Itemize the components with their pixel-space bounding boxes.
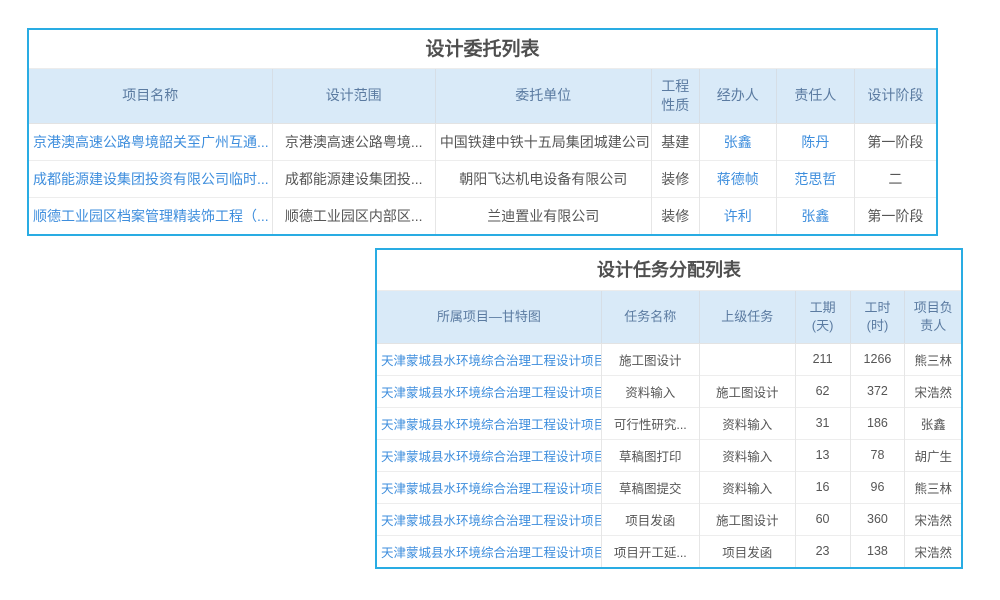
task-name-cell: 项目开工延... bbox=[601, 535, 699, 567]
gantt-project-link[interactable]: 天津蒙城县水环境综合治理工程设计项目 bbox=[377, 407, 601, 439]
design-scope-cell: 顺德工业园区内部区... bbox=[272, 197, 435, 234]
work-hours-cell: 78 bbox=[850, 439, 905, 471]
work-hours-cell: 372 bbox=[850, 375, 905, 407]
project-name-link[interactable]: 成都能源建设集团投资有限公司临时... bbox=[29, 160, 272, 197]
parent-task-cell: 资料输入 bbox=[699, 439, 795, 471]
column-header-project-name: 项目名称 bbox=[29, 69, 272, 123]
project-nature-cell: 装修 bbox=[651, 197, 699, 234]
table-row: 天津蒙城县水环境综合治理工程设计项目项目发函施工图设计60360宋浩然 bbox=[377, 503, 961, 535]
table-row: 天津蒙城县水环境综合治理工程设计项目施工图设计 2111266熊三林 bbox=[377, 343, 961, 375]
project-manager-cell: 熊三林 bbox=[905, 343, 961, 375]
commission-table-title: 设计委托列表 bbox=[29, 30, 936, 69]
table-row: 天津蒙城县水环境综合治理工程设计项目项目开工延...项目发函23138宋浩然 bbox=[377, 535, 961, 567]
work-hours-cell: 138 bbox=[850, 535, 905, 567]
handler-link[interactable]: 许利 bbox=[699, 197, 776, 234]
gantt-project-link[interactable]: 天津蒙城县水环境综合治理工程设计项目 bbox=[377, 343, 601, 375]
gantt-project-link[interactable]: 天津蒙城县水环境综合治理工程设计项目 bbox=[377, 375, 601, 407]
column-header-owner: 责任人 bbox=[776, 69, 854, 123]
header-row: 项目名称设计范围委托单位工程性质经办人责任人设计阶段 bbox=[29, 69, 936, 123]
design-stage-cell: 第一阶段 bbox=[854, 123, 936, 160]
project-manager-cell: 胡广生 bbox=[905, 439, 961, 471]
task-table-title: 设计任务分配列表 bbox=[377, 250, 961, 291]
parent-task-cell: 资料输入 bbox=[699, 471, 795, 503]
project-name-link[interactable]: 顺德工业园区档案管理精装饰工程（... bbox=[29, 197, 272, 234]
header-row: 所属项目—甘特图任务名称上级任务工期(天)工时(时)项目负责人 bbox=[377, 291, 961, 343]
design-stage-cell: 二 bbox=[854, 160, 936, 197]
work-hours-cell: 360 bbox=[850, 503, 905, 535]
owner-link[interactable]: 张鑫 bbox=[776, 197, 854, 234]
design-scope-cell: 京港澳高速公路粤境... bbox=[272, 123, 435, 160]
task-name-cell: 草稿图提交 bbox=[601, 471, 699, 503]
task-name-cell: 可行性研究... bbox=[601, 407, 699, 439]
project-manager-cell: 熊三林 bbox=[905, 471, 961, 503]
column-header-design-scope: 设计范围 bbox=[272, 69, 435, 123]
design-commission-table: 设计委托列表 项目名称设计范围委托单位工程性质经办人责任人设计阶段 京港澳高速公… bbox=[27, 28, 938, 236]
work-hours-cell: 1266 bbox=[850, 343, 905, 375]
column-header-work-hours: 工时(时) bbox=[850, 291, 905, 343]
project-manager-cell: 张鑫 bbox=[905, 407, 961, 439]
project-manager-cell: 宋浩然 bbox=[905, 503, 961, 535]
task-table: 所属项目—甘特图任务名称上级任务工期(天)工时(时)项目负责人 天津蒙城县水环境… bbox=[377, 291, 961, 567]
commission-table: 项目名称设计范围委托单位工程性质经办人责任人设计阶段 京港澳高速公路粤境韶关至广… bbox=[29, 69, 936, 234]
column-header-design-stage: 设计阶段 bbox=[854, 69, 936, 123]
column-header-duration-days: 工期(天) bbox=[795, 291, 850, 343]
task-name-cell: 施工图设计 bbox=[601, 343, 699, 375]
commission-table-body: 京港澳高速公路粤境韶关至广州互通...京港澳高速公路粤境...中国铁建中铁十五局… bbox=[29, 123, 936, 234]
duration-days-cell: 23 bbox=[795, 535, 850, 567]
task-name-cell: 项目发函 bbox=[601, 503, 699, 535]
client-unit-cell: 朝阳飞达机电设备有限公司 bbox=[435, 160, 651, 197]
column-header-task-name: 任务名称 bbox=[601, 291, 699, 343]
project-manager-cell: 宋浩然 bbox=[905, 535, 961, 567]
owner-link[interactable]: 范思哲 bbox=[776, 160, 854, 197]
parent-task-cell: 施工图设计 bbox=[699, 375, 795, 407]
column-header-handler: 经办人 bbox=[699, 69, 776, 123]
table-row: 成都能源建设集团投资有限公司临时...成都能源建设集团投...朝阳飞达机电设备有… bbox=[29, 160, 936, 197]
column-header-client-unit: 委托单位 bbox=[435, 69, 651, 123]
duration-days-cell: 211 bbox=[795, 343, 850, 375]
parent-task-cell bbox=[699, 343, 795, 375]
work-hours-cell: 186 bbox=[850, 407, 905, 439]
column-header-project-nature: 工程性质 bbox=[651, 69, 699, 123]
design-stage-cell: 第一阶段 bbox=[854, 197, 936, 234]
parent-task-cell: 资料输入 bbox=[699, 407, 795, 439]
task-table-body: 天津蒙城县水环境综合治理工程设计项目施工图设计2111266熊三林天津蒙城县水环… bbox=[377, 343, 961, 567]
project-nature-cell: 装修 bbox=[651, 160, 699, 197]
project-manager-cell: 宋浩然 bbox=[905, 375, 961, 407]
gantt-project-link[interactable]: 天津蒙城县水环境综合治理工程设计项目 bbox=[377, 535, 601, 567]
duration-days-cell: 13 bbox=[795, 439, 850, 471]
duration-days-cell: 62 bbox=[795, 375, 850, 407]
table-row: 天津蒙城县水环境综合治理工程设计项目草稿图提交资料输入1696熊三林 bbox=[377, 471, 961, 503]
parent-task-cell: 项目发函 bbox=[699, 535, 795, 567]
handler-link[interactable]: 蒋德帧 bbox=[699, 160, 776, 197]
parent-task-cell: 施工图设计 bbox=[699, 503, 795, 535]
table-row: 天津蒙城县水环境综合治理工程设计项目可行性研究...资料输入31186张鑫 bbox=[377, 407, 961, 439]
project-nature-cell: 基建 bbox=[651, 123, 699, 160]
task-table-header: 所属项目—甘特图任务名称上级任务工期(天)工时(时)项目负责人 bbox=[377, 291, 961, 343]
handler-link[interactable]: 张鑫 bbox=[699, 123, 776, 160]
gantt-project-link[interactable]: 天津蒙城县水环境综合治理工程设计项目 bbox=[377, 471, 601, 503]
task-name-cell: 草稿图打印 bbox=[601, 439, 699, 471]
client-unit-cell: 兰迪置业有限公司 bbox=[435, 197, 651, 234]
commission-table-header: 项目名称设计范围委托单位工程性质经办人责任人设计阶段 bbox=[29, 69, 936, 123]
duration-days-cell: 16 bbox=[795, 471, 850, 503]
column-header-project-manager: 项目负责人 bbox=[905, 291, 961, 343]
duration-days-cell: 60 bbox=[795, 503, 850, 535]
design-task-allocation-table: 设计任务分配列表 所属项目—甘特图任务名称上级任务工期(天)工时(时)项目负责人… bbox=[375, 248, 963, 569]
work-hours-cell: 96 bbox=[850, 471, 905, 503]
table-row: 顺德工业园区档案管理精装饰工程（...顺德工业园区内部区...兰迪置业有限公司装… bbox=[29, 197, 936, 234]
gantt-project-link[interactable]: 天津蒙城县水环境综合治理工程设计项目 bbox=[377, 439, 601, 471]
column-header-parent-task: 上级任务 bbox=[699, 291, 795, 343]
duration-days-cell: 31 bbox=[795, 407, 850, 439]
design-scope-cell: 成都能源建设集团投... bbox=[272, 160, 435, 197]
task-name-cell: 资料输入 bbox=[601, 375, 699, 407]
gantt-project-link[interactable]: 天津蒙城县水环境综合治理工程设计项目 bbox=[377, 503, 601, 535]
table-row: 京港澳高速公路粤境韶关至广州互通...京港澳高速公路粤境...中国铁建中铁十五局… bbox=[29, 123, 936, 160]
client-unit-cell: 中国铁建中铁十五局集团城建公司 bbox=[435, 123, 651, 160]
project-name-link[interactable]: 京港澳高速公路粤境韶关至广州互通... bbox=[29, 123, 272, 160]
table-row: 天津蒙城县水环境综合治理工程设计项目资料输入施工图设计62372宋浩然 bbox=[377, 375, 961, 407]
owner-link[interactable]: 陈丹 bbox=[776, 123, 854, 160]
table-row: 天津蒙城县水环境综合治理工程设计项目草稿图打印资料输入1378胡广生 bbox=[377, 439, 961, 471]
page: 设计委托列表 项目名称设计范围委托单位工程性质经办人责任人设计阶段 京港澳高速公… bbox=[0, 0, 1000, 600]
column-header-gantt-project: 所属项目—甘特图 bbox=[377, 291, 601, 343]
